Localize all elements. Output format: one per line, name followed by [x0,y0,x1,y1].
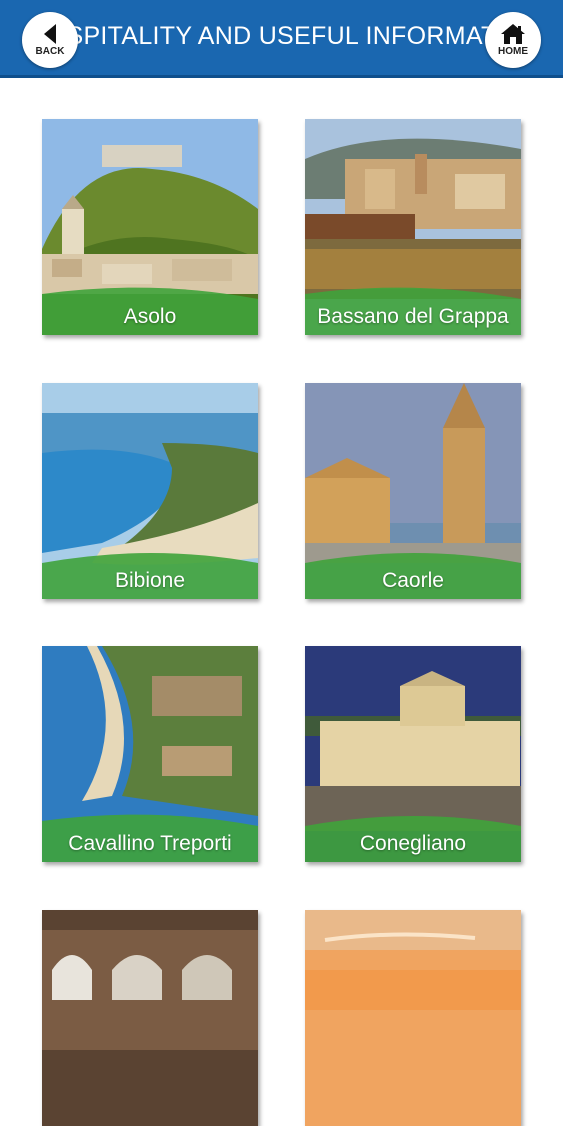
tile-cavallino-treporti[interactable]: Cavallino Treporti [42,646,258,862]
tile-bibione[interactable]: Bibione [42,383,258,599]
tile-conegliano[interactable]: Conegliano [305,646,521,862]
bibione-photo [42,383,258,599]
tile-7[interactable] [42,910,258,1126]
arches-photo [42,910,258,1126]
caorle-photo [305,383,521,599]
cavallino-photo [42,646,258,862]
tile-8[interactable] [305,910,521,1126]
home-label: HOME [498,46,528,57]
asolo-photo [42,119,258,335]
tile-label: Asolo [123,305,177,328]
tile-label: Bibione [114,569,186,592]
home-icon [501,24,525,44]
back-button[interactable]: BACK [22,12,78,68]
tile-bassano-del-grappa[interactable]: Bassano del Grappa [305,119,521,335]
tile-asolo[interactable]: Asolo [42,119,258,335]
tile-caorle[interactable]: Caorle [305,383,521,599]
page-title: SPITALITY AND USEFUL INFORMAT [66,22,497,50]
back-arrow-icon [44,24,56,44]
conegliano-photo [305,646,521,862]
tile-label: Caorle [382,569,444,592]
tile-label: Conegliano [359,832,467,855]
sunset-photo [305,910,521,1126]
tile-label: Cavallino Treporti [68,832,232,855]
back-label: BACK [35,46,65,57]
header-bar: SPITALITY AND USEFUL INFORMAT BACK HOME [0,0,563,78]
bassano-photo [305,119,521,335]
home-button[interactable]: HOME [485,12,541,68]
tile-label: Bassano del Grappa [317,305,509,328]
